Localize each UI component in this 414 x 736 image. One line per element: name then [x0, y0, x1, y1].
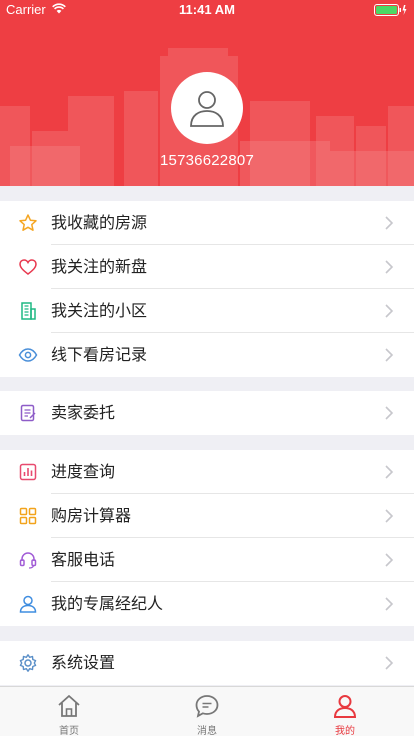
- chevron-right-icon: [385, 304, 394, 318]
- clock-label: 11:41 AM: [179, 2, 235, 17]
- chevron-right-icon: [385, 260, 394, 274]
- profile-header: Carrier 11:41 AM 15736622807: [0, 0, 414, 186]
- menu-item-progress-query[interactable]: 进度查询: [0, 450, 414, 494]
- tab-label: 我的: [335, 726, 355, 736]
- person-icon: [333, 695, 357, 718]
- menu-group-settings: 系统设置: [0, 641, 414, 685]
- menu-item-mortgage-calculator[interactable]: 购房计算器: [0, 494, 414, 538]
- tab-bar: 首页 消息 我的: [0, 686, 414, 736]
- heart-icon: [18, 257, 38, 277]
- user-silhouette-icon: [190, 91, 224, 127]
- chevron-right-icon: [385, 216, 394, 230]
- menu-item-label: 我收藏的房源: [51, 213, 148, 232]
- menu-item-label: 我的专属经纪人: [51, 594, 164, 613]
- tab-home[interactable]: 首页: [0, 687, 138, 736]
- chevron-right-icon: [385, 597, 394, 611]
- eye-icon: [18, 345, 38, 365]
- chevron-right-icon: [385, 509, 394, 523]
- menu-item-label: 卖家委托: [51, 403, 116, 422]
- menu-item-label: 客服电话: [51, 550, 116, 569]
- menu-item-label: 购房计算器: [51, 506, 132, 525]
- battery-icon: [374, 4, 408, 20]
- menu-item-label: 进度查询: [51, 462, 116, 481]
- calculator-icon: [18, 506, 38, 526]
- menu-item-my-agent[interactable]: 我的专属经纪人: [0, 582, 414, 626]
- status-bar: Carrier 11:41 AM: [0, 0, 414, 20]
- user-phone-number: 15736622807: [160, 152, 254, 169]
- gear-icon: [18, 653, 38, 673]
- chevron-right-icon: [385, 406, 394, 420]
- menu-item-label: 系统设置: [51, 653, 116, 672]
- menu-item-label: 我关注的小区: [51, 301, 148, 320]
- menu-item-system-settings[interactable]: 系统设置: [0, 641, 414, 685]
- message-icon: [195, 695, 219, 718]
- star-icon: [18, 213, 38, 233]
- menu-group-favorites: 我收藏的房源 我关注的新盘 我关注的小区 线下看房记录: [0, 201, 414, 377]
- chevron-right-icon: [385, 348, 394, 362]
- menu-item-favorite-listings[interactable]: 我收藏的房源: [0, 201, 414, 245]
- headset-icon: [18, 550, 38, 570]
- menu-item-seller-entrust[interactable]: 卖家委托: [0, 391, 414, 435]
- document-icon: [18, 403, 38, 423]
- avatar[interactable]: [171, 72, 243, 144]
- chevron-right-icon: [385, 656, 394, 670]
- tab-label: 首页: [59, 726, 79, 736]
- building-icon: [18, 301, 38, 321]
- menu-item-label: 我关注的新盘: [51, 257, 148, 276]
- menu-group-seller: 卖家委托: [0, 391, 414, 435]
- tab-mine[interactable]: 我的: [276, 687, 414, 736]
- bar-chart-icon: [18, 462, 38, 482]
- chevron-right-icon: [385, 465, 394, 479]
- menu-item-label: 线下看房记录: [51, 345, 148, 364]
- tab-messages[interactable]: 消息: [138, 687, 276, 736]
- menu-item-followed-new-projects[interactable]: 我关注的新盘: [0, 245, 414, 289]
- menu-item-customer-service-phone[interactable]: 客服电话: [0, 538, 414, 582]
- chevron-right-icon: [385, 553, 394, 567]
- menu-group-tools: 进度查询 购房计算器 客服电话 我的专属经纪人: [0, 450, 414, 626]
- home-icon: [58, 695, 80, 717]
- menu-item-followed-communities[interactable]: 我关注的小区: [0, 289, 414, 333]
- menu-item-offline-viewing-records[interactable]: 线下看房记录: [0, 333, 414, 377]
- agent-icon: [18, 594, 38, 614]
- tab-label: 消息: [197, 726, 217, 736]
